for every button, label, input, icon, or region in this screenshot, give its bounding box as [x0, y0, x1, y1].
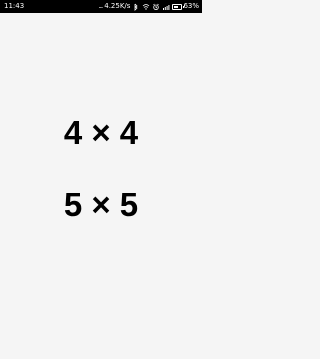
network-speed: 4.25K/s [104, 2, 131, 10]
battery-status: 63% [172, 0, 199, 13]
battery-icon [172, 3, 185, 10]
bluetooth-icon [132, 3, 140, 11]
status-time: 11:43 [4, 2, 25, 10]
grid-5x5-option[interactable]: 5 × 5 [0, 188, 202, 221]
grid-4x4-option[interactable]: 4 × 4 [0, 116, 202, 149]
grid-size-screen: 4 × 4 5 × 5 [0, 13, 202, 359]
status-bar: 11:43 ... 4.25K/s 63% [0, 0, 202, 13]
battery-level-fill [174, 5, 179, 8]
status-bar-right: ... 4.25K/s 63% [99, 0, 199, 13]
signal-bars-icon [162, 3, 170, 11]
signal-dots-icon: ... [98, 2, 104, 10]
battery-percent: 63% [183, 2, 199, 10]
alarm-icon [152, 3, 160, 11]
wifi-icon [142, 3, 150, 11]
